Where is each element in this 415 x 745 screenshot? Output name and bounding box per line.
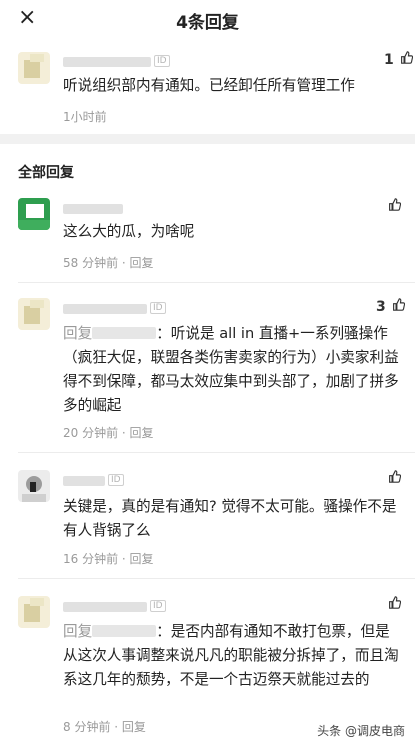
reply-target-username[interactable] <box>92 327 157 339</box>
reply-time[interactable]: 58 分钟前 · 回复 <box>63 254 154 271</box>
like-button[interactable]: 3 <box>376 298 406 315</box>
thumbs-up-icon <box>392 298 406 315</box>
username[interactable] <box>63 304 147 314</box>
like-count: 1 <box>384 52 394 68</box>
id-badge: ID <box>150 302 166 314</box>
id-badge: ID <box>108 474 124 486</box>
avatar[interactable] <box>18 52 50 84</box>
watermark: 头条 @调皮电商 <box>317 724 405 738</box>
username[interactable] <box>63 57 151 67</box>
reply-prefix: 回复 <box>63 325 93 342</box>
comment-text: 听说组织部内有通知。已经卸任所有管理工作 <box>63 77 355 94</box>
reply-time[interactable]: 20 分钟前 · 回复 <box>63 424 154 441</box>
username[interactable] <box>63 602 147 612</box>
reply-text: 回复 ：听说是 all in 直播+一系列骚操作（疯狂大促，联盟各类伤害卖家的行为… <box>63 322 403 418</box>
avatar[interactable] <box>18 298 50 330</box>
thumbs-up-icon <box>400 51 414 68</box>
section-divider <box>0 134 415 144</box>
username[interactable] <box>63 204 123 214</box>
header: × 4条回复 <box>0 0 415 38</box>
reply-target-username[interactable] <box>92 625 157 637</box>
section-title: 全部回复 <box>18 165 74 181</box>
thumbs-up-icon <box>388 198 402 215</box>
divider <box>18 578 415 579</box>
id-badge: ID <box>150 600 166 612</box>
thumbs-up-icon <box>388 596 402 613</box>
comment-time: 1小时前 <box>63 110 107 124</box>
like-button[interactable] <box>388 470 402 487</box>
page-title: 4条回复 <box>176 13 239 33</box>
reply-text: 关键是，真的是有通知? 觉得不太可能。骚操作不是有人背锅了么 <box>63 498 397 539</box>
like-count: 3 <box>376 299 386 315</box>
like-button[interactable] <box>388 198 402 215</box>
id-badge: ID <box>154 55 170 67</box>
divider <box>18 282 415 283</box>
thumbs-up-icon <box>388 470 402 487</box>
reply-time[interactable]: 8 分钟前 · 回复 <box>63 718 146 735</box>
reply-text: 回复 ：是否内部有通知不敢打包票，但是从这次人事调整来说凡凡的职能被分拆掉了，而且… <box>63 620 403 692</box>
reply-text: 这么大的瓜，为啥呢 <box>63 223 195 240</box>
avatar[interactable] <box>18 470 50 502</box>
divider <box>18 452 415 453</box>
username[interactable] <box>63 476 105 486</box>
avatar[interactable] <box>18 596 50 628</box>
like-button[interactable]: 1 <box>384 51 414 68</box>
reply-prefix: 回复 <box>63 623 93 640</box>
avatar[interactable] <box>18 198 50 230</box>
reply-time[interactable]: 16 分钟前 · 回复 <box>63 550 154 567</box>
like-button[interactable] <box>388 596 402 613</box>
